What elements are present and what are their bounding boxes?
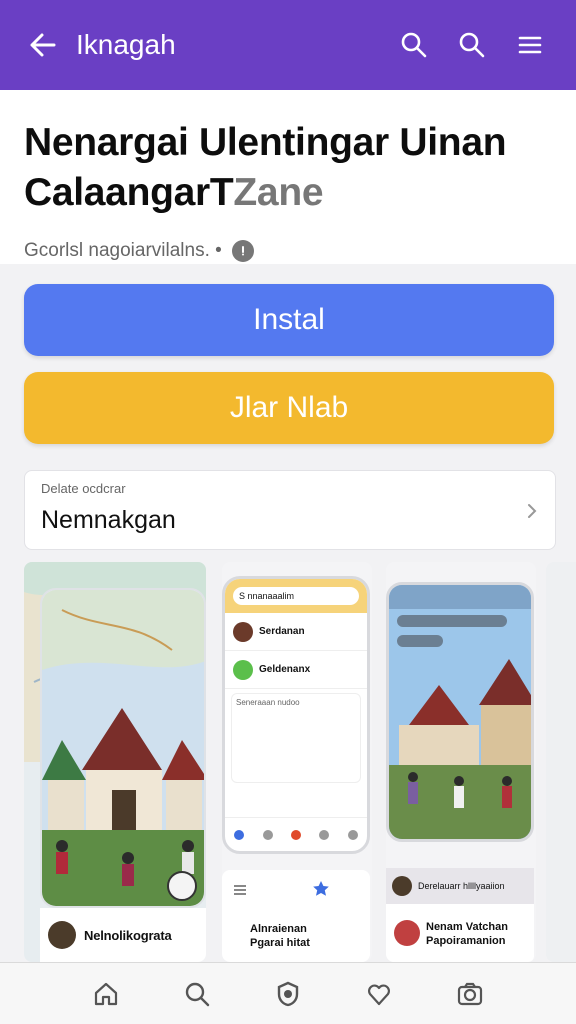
secondary-button[interactable]: Jlar Nlab: [24, 372, 554, 444]
nav-heart[interactable]: [359, 974, 399, 1014]
screenshot-3-topcaption: Derelauarr hllllyaaiion: [418, 881, 505, 891]
app-name: Nenargai Ulentingar Uinan CalaangarTZane: [24, 118, 552, 218]
app-bar: Iknagah: [0, 0, 576, 90]
search-icon: [401, 32, 427, 58]
content-card-caption: Seneraaan nudoo: [236, 698, 300, 707]
screenshot-carousel[interactable]: Nelnolikograta S nnanaaalim Serdanan Gel…: [24, 562, 576, 962]
avatar: [233, 621, 253, 642]
search-icon: [459, 32, 485, 58]
star-icon: [313, 881, 329, 896]
option-select[interactable]: Delate ocdcrar Nemnakgan: [24, 470, 556, 550]
app-name-line2-main: CalaangarT: [24, 171, 234, 214]
screenshot-2-tabbar: [225, 817, 367, 851]
chat-icon: [347, 829, 358, 840]
chat-icon: [233, 659, 253, 680]
avatar: [392, 876, 412, 896]
avatar: [394, 920, 420, 946]
screenshot-3-subtitle: Papoiramanion: [426, 935, 506, 947]
screenshot-1-phone: [40, 588, 206, 908]
option-select-caption: Delate ocdcrar: [41, 481, 126, 496]
screenshot-2-title-line: Alnraienan: [250, 923, 307, 935]
back-button[interactable]: [22, 25, 62, 65]
option-select-value: Nemnakgan: [41, 506, 176, 534]
developer-name: Gcorlsl nagoiarvilalns. •: [24, 240, 222, 261]
record-icon: [290, 829, 301, 840]
screenshot-2-phone: S nnanaaalim Serdanan Geldenanx Seneraaa…: [222, 576, 370, 854]
app-name-line2: CalaangarTZane: [24, 168, 552, 218]
screenshot-3-title-line: Nenam Vatchan: [426, 921, 508, 933]
screenshot-1-caption: Nelnolikograta: [40, 908, 206, 962]
heart-icon: [368, 984, 391, 1005]
list-item: Geldenanx: [225, 651, 367, 689]
nav-home[interactable]: [86, 974, 126, 1014]
arrow-left-icon: [30, 33, 56, 57]
avatar: [48, 921, 76, 949]
screenshot-2-caption: Alnraienan Pgarai hitat: [222, 870, 370, 962]
screenshot-3-title: Nenam Vatchan Papoiramanion: [426, 920, 508, 948]
nav-shield[interactable]: [268, 974, 308, 1014]
screenshot-3-phone: [386, 582, 534, 842]
camera-icon: [458, 982, 483, 1005]
screenshot-1[interactable]: Nelnolikograta: [24, 562, 206, 962]
app-name-line2-fade: Zane: [233, 171, 324, 214]
screenshot-3[interactable]: Derelauarr hllllyaaiion Nenam Vatchan Pa…: [386, 562, 536, 962]
menu-button[interactable]: [506, 21, 554, 69]
screenshot-1-label: Nelnolikograta: [84, 927, 172, 943]
list-item-title: Serdanan: [259, 626, 305, 637]
developer-line: Gcorlsl nagoiarvilalns. •: [24, 240, 552, 262]
app-header: Nenargai Ulentingar Uinan CalaangarTZane…: [0, 90, 576, 264]
shield-icon: [277, 981, 299, 1006]
search-button-2[interactable]: [448, 21, 496, 69]
list-icon: [234, 885, 246, 895]
menu-icon: [518, 36, 542, 54]
screenshot-3-toprow: Derelauarr hllllyaaiion: [386, 868, 534, 904]
chevron-right-icon: [528, 504, 537, 518]
info-icon[interactable]: [231, 240, 254, 262]
bottom-nav: [0, 962, 576, 1024]
screenshot-2-searchbar: S nnanaaalim: [225, 579, 367, 613]
screenshot-3-caption: Derelauarr hllllyaaiion Nenam Vatchan Pa…: [386, 868, 534, 962]
home-icon: [94, 982, 117, 1005]
screenshot-4-partial[interactable]: [546, 562, 576, 962]
search-icon: [319, 829, 330, 840]
content-card: Seneraaan nudoo: [231, 693, 361, 783]
screenshot-2-search: S nnanaaalim: [233, 587, 359, 605]
screenshot-2[interactable]: S nnanaaalim Serdanan Geldenanx Seneraaa…: [222, 562, 372, 962]
install-button[interactable]: Instal: [24, 284, 554, 356]
app-title: Iknagah: [76, 29, 176, 60]
screenshot-2-subtitle: Pgarai hitat: [250, 937, 310, 949]
nav-search[interactable]: [177, 974, 217, 1014]
building-image: [389, 585, 531, 839]
screenshot-2-title: Alnraienan Pgarai hitat: [250, 922, 310, 950]
gift-icon: [262, 829, 273, 840]
list-item: Serdanan: [225, 613, 367, 651]
nav-camera[interactable]: [450, 974, 490, 1014]
list-item-title: Geldenanx: [259, 664, 311, 675]
search-icon: [185, 982, 209, 1006]
building-image: [42, 590, 204, 906]
search-button[interactable]: [390, 21, 438, 69]
app-name-line1: Nenargai Ulentingar Uinan: [24, 121, 507, 164]
home-icon: [234, 829, 245, 840]
